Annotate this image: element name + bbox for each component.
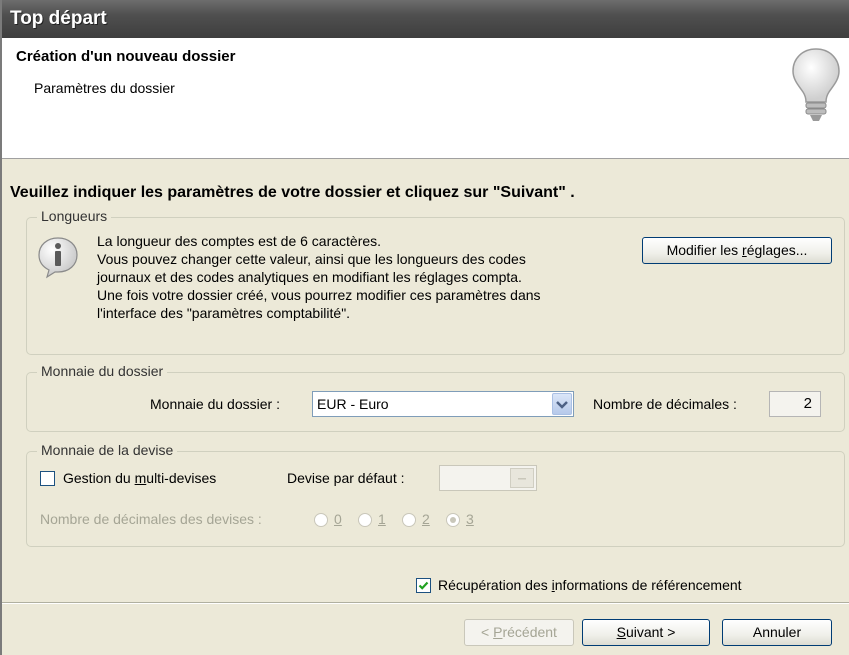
monnaie-dossier-legend: Monnaie du dossier (37, 363, 168, 379)
modify-settings-button[interactable]: Modifier les réglages... (642, 237, 832, 264)
checkmark-icon (418, 581, 429, 590)
longueurs-legend: Longueurs (37, 208, 112, 224)
radio-decimales-1[interactable] (358, 513, 372, 527)
info-line: Une fois votre dossier créé, vous pourre… (97, 287, 541, 303)
currency-select[interactable]: EUR - Euro (312, 391, 574, 417)
window-title: Top départ (10, 8, 107, 29)
previous-text-rest: récédent (502, 624, 557, 640)
chevron-down-icon[interactable] (552, 393, 572, 415)
next-button[interactable]: Suivant > (582, 619, 710, 646)
footer-divider (2, 602, 849, 604)
decimales-label: Nombre de décimales : (593, 396, 737, 412)
cancel-button[interactable]: Annuler (722, 619, 832, 646)
recuperation-checkbox[interactable] (416, 578, 431, 593)
recuperation-text: Récupération des (438, 577, 552, 593)
next-accel: S (616, 624, 626, 640)
info-icon (38, 237, 78, 279)
previous-text: < (481, 624, 494, 640)
monnaie-dossier-label: Monnaie du dossier : (150, 396, 280, 412)
radio-label-2: 2 (422, 511, 430, 527)
radio-text-0: 0 (334, 511, 342, 527)
info-line: journaux et des codes analytiques en mod… (97, 269, 522, 285)
devise-default-field[interactable] (439, 465, 537, 491)
radio-text-1: 1 (378, 511, 386, 527)
decimales-field[interactable]: 2 (769, 391, 821, 417)
monnaie-devise-legend: Monnaie de la devise (37, 442, 178, 458)
recuperation-label[interactable]: Récupération des informations de référen… (438, 577, 742, 593)
header-title: Création d'un nouveau dossier (16, 48, 236, 65)
modify-settings-label-rest: églages... (746, 242, 808, 258)
next-text: uivant > (625, 624, 676, 640)
multi-devises-label[interactable]: Gestion du multi-devises (63, 470, 216, 486)
radio-label-3: 3 (466, 511, 474, 527)
recuperation-text-rest: nformations de référencement (554, 577, 742, 593)
multi-devises-checkbox[interactable] (40, 471, 55, 486)
monnaie-devise-group: Monnaie de la devise (26, 442, 845, 547)
devise-picker-button[interactable] (510, 468, 534, 488)
info-line: Vous pouvez changer cette valeur, ainsi … (97, 251, 526, 267)
longueurs-info-text: La longueur des comptes est de 6 caractè… (97, 232, 637, 322)
multi-devises-text-rest: ulti-devises (146, 470, 217, 486)
currency-select-value: EUR - Euro (317, 396, 389, 412)
instruction-text: Veuillez indiquer les paramètres de votr… (10, 184, 575, 201)
info-line: La longueur des comptes est de 6 caractè… (97, 233, 382, 249)
previous-button[interactable]: < Précédent (464, 619, 574, 646)
radio-decimales-0[interactable] (314, 513, 328, 527)
radio-text-3: 3 (466, 511, 474, 527)
modify-settings-label: Modifier les (666, 242, 743, 258)
decimales-devises-label: Nombre de décimales des devises : (40, 511, 262, 527)
radio-label-1: 1 (378, 511, 386, 527)
info-line: l'interface des "paramètres comptabilité… (97, 305, 351, 321)
radio-text-2: 2 (422, 511, 430, 527)
header-subtitle: Paramètres du dossier (34, 80, 175, 96)
multi-devises-accel: m (134, 470, 147, 486)
title-bar[interactable]: Top départ (2, 0, 849, 38)
multi-devises-text: Gestion du (63, 470, 135, 486)
radio-decimales-2[interactable] (402, 513, 416, 527)
devise-default-label: Devise par défaut : (287, 470, 405, 486)
dialog-window: Top départ Création d'un nouveau dossier… (0, 0, 849, 655)
radio-decimales-3[interactable] (446, 513, 460, 527)
radio-label-0: 0 (334, 511, 342, 527)
lightbulb-icon (792, 48, 840, 121)
